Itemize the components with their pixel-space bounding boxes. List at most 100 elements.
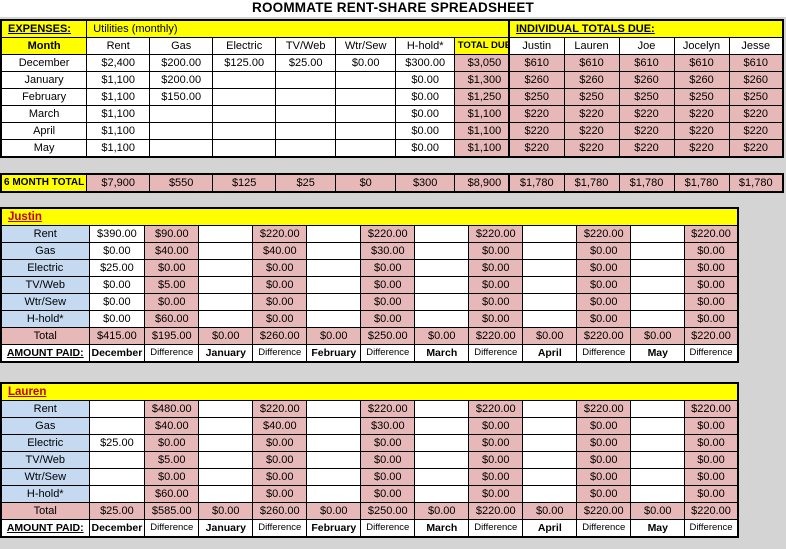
expenses-electric[interactable] (212, 139, 277, 158)
expenses-hhold[interactable]: $0.00 (395, 71, 456, 89)
cell-amount-paid[interactable] (630, 293, 686, 311)
cell-amount-paid[interactable] (306, 400, 362, 418)
cell-amount-paid[interactable]: $0.00 (88, 276, 146, 294)
expenses-tvweb[interactable]: $25.00 (275, 54, 337, 72)
cell-amount-paid[interactable] (198, 434, 254, 452)
expenses-wtrsew[interactable] (335, 71, 397, 89)
cell-amount-paid[interactable] (414, 310, 470, 328)
cell-amount-paid[interactable] (522, 485, 578, 503)
cell-amount-paid[interactable] (522, 417, 578, 435)
expenses-gas[interactable]: $150.00 (149, 88, 214, 106)
cell-amount-paid[interactable] (522, 434, 578, 452)
cell-amount-paid[interactable] (198, 293, 254, 311)
expenses-rent[interactable]: $1,100 (86, 88, 151, 106)
expenses-tvweb[interactable] (275, 105, 337, 123)
cell-amount-paid[interactable] (414, 468, 470, 486)
cell-amount-paid[interactable]: $25.00 (88, 434, 146, 452)
cell-amount-paid[interactable] (522, 310, 578, 328)
expenses-rent[interactable]: $1,100 (86, 122, 151, 140)
cell-amount-paid[interactable] (414, 293, 470, 311)
cell-amount-paid[interactable] (88, 451, 146, 469)
cell-amount-paid[interactable] (198, 400, 254, 418)
expenses-gas[interactable] (149, 139, 214, 158)
cell-amount-paid[interactable] (306, 417, 362, 435)
cell-amount-paid[interactable] (198, 451, 254, 469)
expenses-hhold[interactable]: $0.00 (395, 88, 456, 106)
cell-amount-paid[interactable] (88, 485, 146, 503)
cell-amount-paid[interactable] (630, 451, 686, 469)
cell-amount-paid[interactable] (414, 400, 470, 418)
expenses-tvweb[interactable] (275, 139, 337, 158)
cell-amount-paid[interactable] (414, 417, 470, 435)
cell-amount-paid[interactable]: $390.00 (88, 225, 146, 243)
cell-amount-paid[interactable] (414, 485, 470, 503)
cell-amount-paid[interactable] (522, 242, 578, 260)
cell-amount-paid[interactable]: $25.00 (88, 259, 146, 277)
cell-amount-paid[interactable] (306, 485, 362, 503)
cell-amount-paid[interactable] (306, 242, 362, 260)
expenses-hhold[interactable]: $0.00 (395, 122, 456, 140)
expenses-wtrsew[interactable] (335, 105, 397, 123)
expenses-wtrsew[interactable] (335, 122, 397, 140)
cell-amount-paid[interactable] (88, 400, 146, 418)
cell-amount-paid[interactable] (198, 242, 254, 260)
expenses-wtrsew[interactable] (335, 139, 397, 158)
cell-amount-paid[interactable] (630, 242, 686, 260)
cell-amount-paid[interactable] (198, 276, 254, 294)
cell-amount-paid[interactable] (522, 259, 578, 277)
cell-amount-paid[interactable] (630, 434, 686, 452)
expenses-electric[interactable] (212, 105, 277, 123)
cell-amount-paid[interactable] (630, 310, 686, 328)
cell-amount-paid[interactable] (522, 400, 578, 418)
expenses-wtrsew[interactable] (335, 88, 397, 106)
cell-amount-paid[interactable] (198, 310, 254, 328)
expenses-electric[interactable] (212, 122, 277, 140)
cell-amount-paid[interactable] (306, 451, 362, 469)
cell-amount-paid[interactable] (306, 293, 362, 311)
cell-amount-paid[interactable] (88, 417, 146, 435)
expenses-hhold[interactable]: $0.00 (395, 139, 456, 158)
cell-amount-paid[interactable] (306, 468, 362, 486)
cell-amount-paid[interactable] (306, 434, 362, 452)
cell-amount-paid[interactable] (414, 434, 470, 452)
expenses-rent[interactable]: $1,100 (86, 105, 151, 123)
cell-amount-paid[interactable] (630, 485, 686, 503)
expenses-rent[interactable]: $1,100 (86, 139, 151, 158)
cell-amount-paid[interactable] (522, 225, 578, 243)
cell-amount-paid[interactable] (522, 468, 578, 486)
expenses-rent[interactable]: $1,100 (86, 71, 151, 89)
expenses-tvweb[interactable] (275, 122, 337, 140)
expenses-electric[interactable] (212, 88, 277, 106)
cell-amount-paid[interactable] (630, 225, 686, 243)
cell-amount-paid[interactable] (414, 259, 470, 277)
expenses-electric[interactable] (212, 71, 277, 89)
cell-amount-paid[interactable] (522, 293, 578, 311)
expenses-wtrsew[interactable]: $0.00 (335, 54, 397, 72)
cell-amount-paid[interactable] (414, 451, 470, 469)
expenses-rent[interactable]: $2,400 (86, 54, 151, 72)
cell-amount-paid[interactable] (306, 225, 362, 243)
cell-amount-paid[interactable] (306, 310, 362, 328)
cell-amount-paid[interactable] (630, 468, 686, 486)
cell-amount-paid[interactable] (198, 485, 254, 503)
cell-amount-paid[interactable] (198, 468, 254, 486)
expenses-gas[interactable]: $200.00 (149, 71, 214, 89)
expenses-hhold[interactable]: $0.00 (395, 105, 456, 123)
expenses-gas[interactable] (149, 105, 214, 123)
cell-amount-paid[interactable] (522, 451, 578, 469)
cell-amount-paid[interactable] (522, 276, 578, 294)
cell-amount-paid[interactable]: $0.00 (88, 310, 146, 328)
cell-amount-paid[interactable] (414, 225, 470, 243)
expenses-tvweb[interactable] (275, 71, 337, 89)
expenses-tvweb[interactable] (275, 88, 337, 106)
cell-amount-paid[interactable] (88, 468, 146, 486)
cell-amount-paid[interactable] (630, 259, 686, 277)
cell-amount-paid[interactable] (306, 276, 362, 294)
expenses-electric[interactable]: $125.00 (212, 54, 277, 72)
cell-amount-paid[interactable] (414, 242, 470, 260)
cell-amount-paid[interactable] (198, 225, 254, 243)
cell-amount-paid[interactable] (306, 259, 362, 277)
expenses-gas[interactable]: $200.00 (149, 54, 214, 72)
cell-amount-paid[interactable] (198, 259, 254, 277)
cell-amount-paid[interactable] (198, 417, 254, 435)
